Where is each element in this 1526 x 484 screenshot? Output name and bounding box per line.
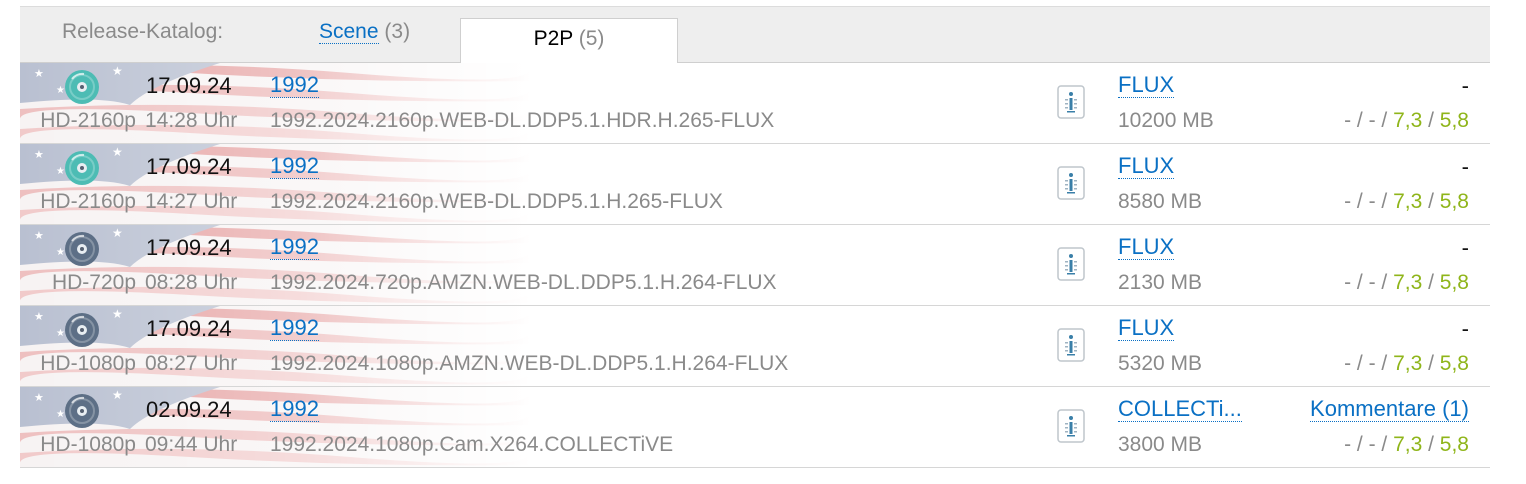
- disc-icon: [64, 393, 100, 429]
- disc-icon: [64, 231, 100, 267]
- release-time: 08:28 Uhr: [145, 271, 238, 294]
- nfo-info-icon[interactable]: [1057, 247, 1085, 281]
- release-catalog-tabbar: Release-Katalog: Scene (3) P2P (5): [20, 6, 1490, 63]
- tab-scene-count: (3): [384, 20, 411, 43]
- release-date: 17.09.24: [146, 154, 232, 179]
- disc-icon: [64, 312, 100, 348]
- release-date: 17.09.24: [146, 235, 232, 260]
- release-row: ★ ★ ★ 17.09.24 HD-1080p 08:27 Uhr 1992 1…: [20, 306, 1490, 387]
- rating-imdb: 7,3: [1393, 271, 1423, 294]
- rating-separator: /: [1422, 190, 1440, 213]
- rating-separator: /: [1422, 109, 1440, 132]
- tab-p2p-count: (5): [578, 27, 605, 50]
- tab-scene-label: Scene: [319, 20, 379, 44]
- nfo-info-icon[interactable]: [1057, 166, 1085, 200]
- comments: -: [1461, 235, 1469, 260]
- file-size: 8580 MB: [1118, 190, 1203, 213]
- release-time: 08:27 Uhr: [145, 352, 238, 375]
- movie-title-link[interactable]: 1992: [270, 316, 319, 341]
- release-row: ★ ★ ★ 02.09.24 HD-1080p 09:44 Uhr 1992 1…: [20, 387, 1490, 468]
- disc-icon: [64, 150, 100, 186]
- movie-title-link[interactable]: 1992: [270, 235, 319, 260]
- ratings: - / - / 7,3 / 5,8: [1344, 190, 1469, 214]
- resolution-label: HD-1080p: [40, 352, 136, 375]
- rating-user: 5,8: [1439, 433, 1469, 456]
- movie-title-link[interactable]: 1992: [270, 73, 319, 98]
- ratings: - / - / 7,3 / 5,8: [1344, 433, 1469, 457]
- release-name: 1992.2024.720p.AMZN.WEB-DL.DDP5.1.H.264-…: [270, 271, 777, 294]
- ratings: - / - / 7,3 / 5,8: [1344, 271, 1469, 295]
- release-group-link[interactable]: FLUX: [1118, 154, 1175, 179]
- rating-placeholder: - / - /: [1344, 190, 1394, 213]
- comments-link[interactable]: Kommentare (1): [1310, 397, 1469, 422]
- rating-imdb: 7,3: [1393, 190, 1423, 213]
- rating-user: 5,8: [1439, 352, 1469, 375]
- comments: -: [1461, 316, 1469, 341]
- rating-placeholder: - / - /: [1344, 433, 1394, 456]
- movie-title-link[interactable]: 1992: [270, 154, 319, 179]
- rating-separator: /: [1422, 352, 1440, 375]
- rating-separator: /: [1422, 271, 1440, 294]
- tab-p2p[interactable]: P2P (5): [460, 18, 678, 63]
- release-time: 09:44 Uhr: [145, 433, 238, 456]
- release-group-link[interactable]: COLLECTi...: [1118, 397, 1242, 422]
- comments: -: [1461, 73, 1469, 98]
- rating-separator: /: [1422, 433, 1440, 456]
- release-name: 1992.2024.2160p.WEB-DL.DDP5.1.H.265-FLUX: [270, 190, 723, 213]
- rating-imdb: 7,3: [1393, 433, 1423, 456]
- resolution-label: HD-2160p: [40, 190, 136, 213]
- disc-icon: [64, 69, 100, 105]
- release-row: ★ ★ ★ 17.09.24 HD-2160p 14:27 Uhr 1992 1…: [20, 144, 1490, 225]
- release-group-link[interactable]: FLUX: [1118, 316, 1175, 341]
- nfo-info-icon[interactable]: [1057, 85, 1085, 119]
- file-size: 5320 MB: [1118, 352, 1203, 375]
- nfo-info-icon[interactable]: [1057, 328, 1085, 362]
- release-time: 14:28 Uhr: [145, 109, 238, 132]
- release-group-link[interactable]: FLUX: [1118, 235, 1175, 260]
- file-size: 10200 MB: [1118, 109, 1214, 132]
- movie-title-link[interactable]: 1992: [270, 397, 319, 422]
- release-list: ★ ★ ★ 17.09.24 HD-2160p 14:28 Uhr 1992 1…: [20, 63, 1490, 468]
- rating-user: 5,8: [1439, 109, 1469, 132]
- rating-placeholder: - / - /: [1344, 352, 1394, 375]
- release-row: ★ ★ ★ 17.09.24 HD-2160p 14:28 Uhr 1992 1…: [20, 63, 1490, 144]
- ratings: - / - / 7,3 / 5,8: [1344, 109, 1469, 133]
- release-date: 02.09.24: [146, 397, 232, 422]
- release-date: 17.09.24: [146, 73, 232, 98]
- release-name: 1992.2024.1080p.AMZN.WEB-DL.DDP5.1.H.264…: [270, 352, 789, 375]
- release-group-link[interactable]: FLUX: [1118, 73, 1175, 98]
- release-name: 1992.2024.1080p.Cam.X264.COLLECTiVE: [270, 433, 674, 456]
- comments: -: [1461, 154, 1469, 179]
- resolution-label: HD-720p: [51, 271, 136, 294]
- release-date: 17.09.24: [146, 316, 232, 341]
- nfo-info-icon[interactable]: [1057, 409, 1085, 443]
- ratings: - / - / 7,3 / 5,8: [1344, 352, 1469, 376]
- rating-placeholder: - / - /: [1344, 271, 1394, 294]
- rating-imdb: 7,3: [1393, 352, 1423, 375]
- file-size: 3800 MB: [1118, 433, 1203, 456]
- tab-scene[interactable]: Scene (3): [319, 20, 410, 44]
- release-catalog-label: Release-Katalog:: [62, 20, 224, 43]
- resolution-label: HD-1080p: [40, 433, 136, 456]
- file-size: 2130 MB: [1118, 271, 1203, 294]
- release-row: ★ ★ ★ 17.09.24 HD-720p 08:28 Uhr 1992 19…: [20, 225, 1490, 306]
- rating-user: 5,8: [1439, 271, 1469, 294]
- release-name: 1992.2024.2160p.WEB-DL.DDP5.1.HDR.H.265-…: [270, 109, 775, 132]
- rating-imdb: 7,3: [1393, 109, 1423, 132]
- tab-p2p-label: P2P: [533, 27, 573, 50]
- release-time: 14:27 Uhr: [145, 190, 238, 213]
- rating-user: 5,8: [1439, 190, 1469, 213]
- rating-placeholder: - / - /: [1344, 109, 1394, 132]
- resolution-label: HD-2160p: [40, 109, 136, 132]
